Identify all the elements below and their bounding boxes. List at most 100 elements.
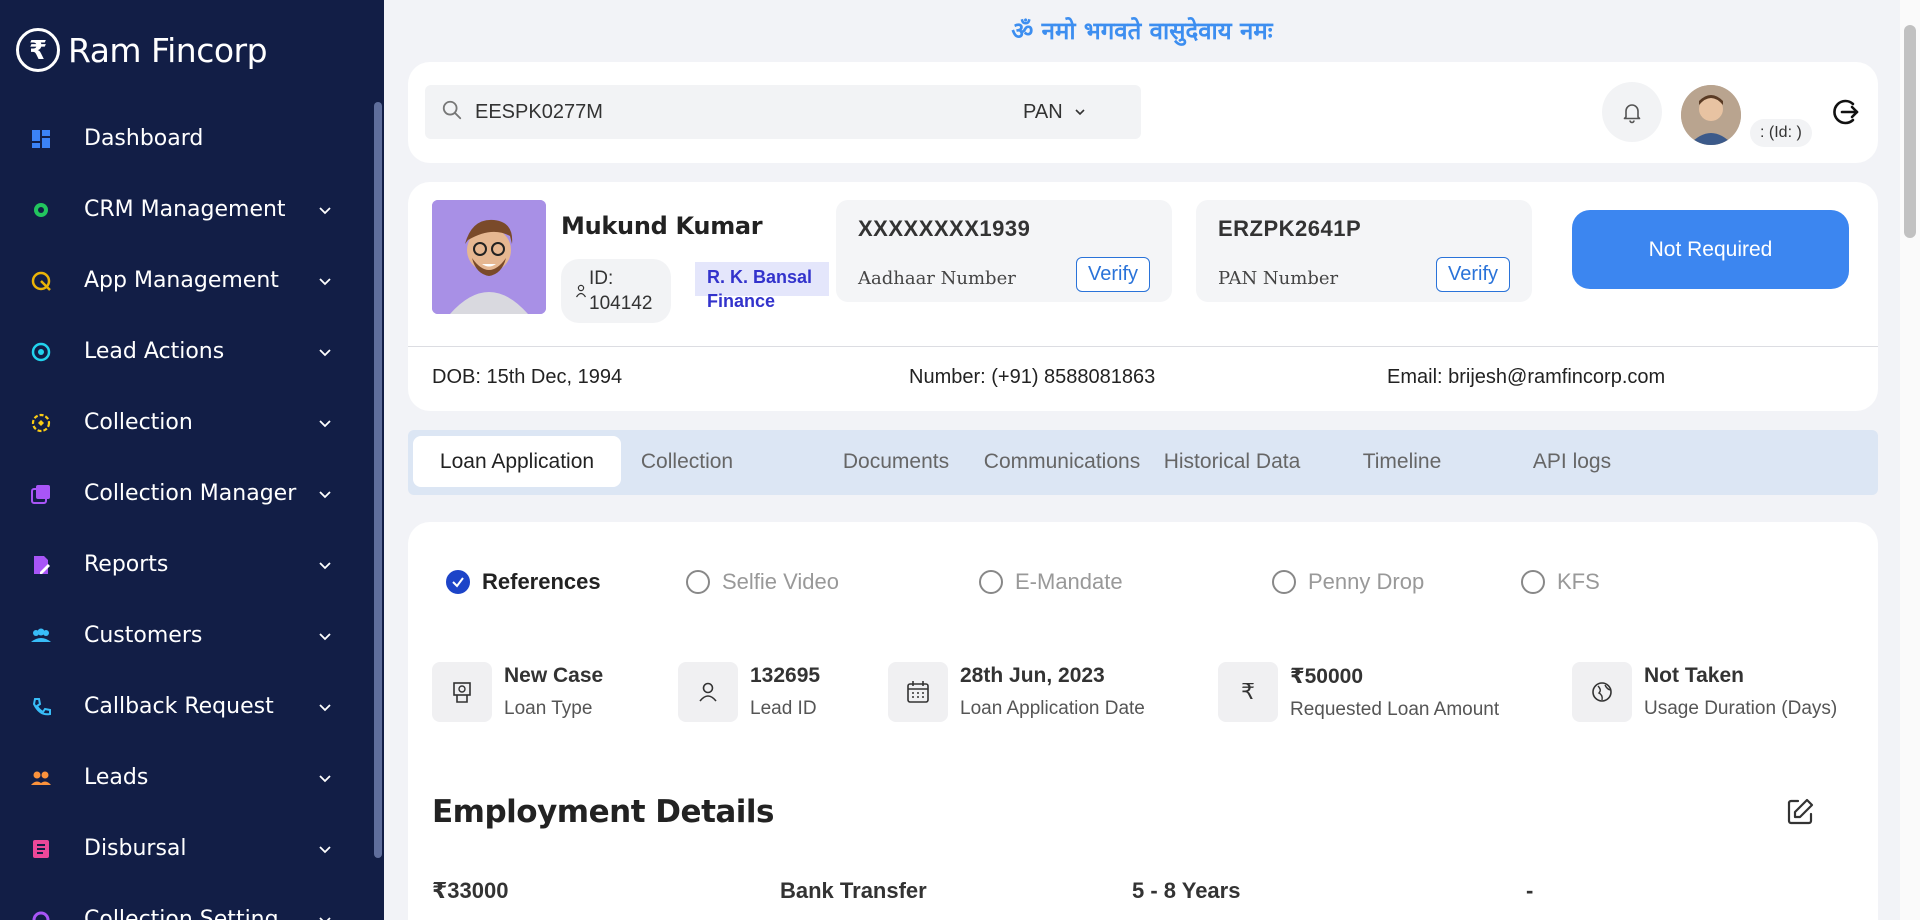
user-avatar[interactable] xyxy=(1681,85,1741,145)
sidebar-item-label: Disbursal xyxy=(84,836,187,861)
step-references[interactable]: References xyxy=(446,569,601,595)
chevron-down-icon[interactable] xyxy=(310,273,340,289)
radio-circle-icon xyxy=(1272,570,1296,594)
tab-bar: Loan Application Collection Documents Commu… xyxy=(408,430,1878,495)
logout-button[interactable] xyxy=(1829,96,1861,133)
verify-aadhaar-button[interactable]: Verify xyxy=(1076,257,1150,292)
chevron-down-icon[interactable] xyxy=(310,557,340,573)
tab-api-logs[interactable]: API logs xyxy=(1468,436,1676,487)
sidebar-item-collection-setting[interactable]: Collection Setting xyxy=(0,884,370,920)
sidebar-item-customers[interactable]: Customers xyxy=(0,600,370,671)
ledger-icon xyxy=(30,838,52,860)
employment-value: ₹33000 xyxy=(432,878,509,903)
stat-value: ₹50000 xyxy=(1290,665,1364,688)
sidebar-item-collection-manager[interactable]: Collection Manager xyxy=(0,458,370,529)
stat-lead-id: 132695 Lead ID xyxy=(678,662,820,722)
brand[interactable]: ₹ Ram Fincorp xyxy=(16,28,268,72)
step-penny-drop[interactable]: Penny Drop xyxy=(1272,569,1424,595)
page-scrollbar[interactable] xyxy=(1900,0,1920,920)
page-scroll-thumb[interactable] xyxy=(1904,25,1916,238)
chevron-down-icon[interactable] xyxy=(310,628,340,644)
header-mantra: ॐ नमो भगवते वासुदेवाय नमः xyxy=(1011,17,1273,45)
sidebar-item-label: Collection xyxy=(84,410,193,435)
step-selfie-video[interactable]: Selfie Video xyxy=(686,569,839,595)
customer-id-value: 104142 xyxy=(589,293,653,314)
search-icon xyxy=(441,99,463,126)
settings-icon xyxy=(30,909,52,920)
step-label: E-Mandate xyxy=(1015,569,1123,594)
stat-value: New Case xyxy=(504,664,604,687)
calendar-icon xyxy=(888,662,948,722)
sidebar-item-reports[interactable]: Reports xyxy=(0,529,370,600)
stat-requested-loan-amount: ₹ ₹50000 Requested Loan Amount xyxy=(1218,662,1499,722)
chevron-down-icon[interactable] xyxy=(310,841,340,857)
search-type-label: PAN xyxy=(1023,100,1063,123)
customer-email: Email: brijesh@ramfincorp.com xyxy=(1387,366,1666,388)
sidebar-item-label: Callback Request xyxy=(84,694,274,719)
edit-icon xyxy=(1787,798,1814,825)
employment-value: 5 - 8 Years xyxy=(1132,878,1241,903)
sidebar-scrollbar[interactable] xyxy=(374,102,382,858)
aadhaar-label: Aadhaar Number xyxy=(858,268,1016,289)
chevron-down-icon[interactable] xyxy=(310,699,340,715)
chevron-down-icon[interactable] xyxy=(310,486,340,502)
customer-phone: Number: (+91) 8588081863 xyxy=(909,366,1156,388)
top-bar: PAN : (Id: ) xyxy=(408,62,1878,163)
sidebar-item-app-management[interactable]: App Management xyxy=(0,245,370,316)
lead-icon xyxy=(30,341,52,363)
rupee-logo-icon: ₹ xyxy=(16,28,60,72)
status-button[interactable]: Not Required xyxy=(1572,210,1849,289)
sidebar-item-collection[interactable]: Collection xyxy=(0,387,370,458)
step-label: KFS xyxy=(1557,569,1600,594)
sidebar-item-leads[interactable]: Leads xyxy=(0,742,370,813)
user-id-badge: : (Id: ) xyxy=(1750,119,1812,147)
brand-name: Ram Fincorp xyxy=(68,30,268,70)
money-icon xyxy=(432,662,492,722)
sidebar-nav: Dashboard CRM Management App Management Lea… xyxy=(0,103,370,920)
stat-value: Not Taken xyxy=(1644,664,1744,687)
verify-pan-button[interactable]: Verify xyxy=(1436,257,1510,292)
sidebar-item-label: Reports xyxy=(84,552,169,577)
sidebar-item-callback-request[interactable]: Callback Request xyxy=(0,671,370,742)
sidebar-item-label: CRM Management xyxy=(84,197,286,222)
step-label: Selfie Video xyxy=(722,569,840,594)
chevron-down-icon[interactable] xyxy=(310,415,340,431)
edit-employment-button[interactable] xyxy=(1784,796,1816,833)
svg-text:₹: ₹ xyxy=(1241,680,1255,705)
dashboard-icon xyxy=(30,128,52,150)
step-e-mandate[interactable]: E-Mandate xyxy=(979,569,1123,595)
sidebar-item-lead-actions[interactable]: Lead Actions xyxy=(0,316,370,387)
chevron-down-icon[interactable] xyxy=(310,912,340,920)
notifications-button[interactable] xyxy=(1602,82,1662,142)
sidebar-item-label: Lead Actions xyxy=(84,339,225,364)
step-kfs[interactable]: KFS xyxy=(1521,569,1600,595)
sidebar-item-crm-management[interactable]: CRM Management xyxy=(0,174,370,245)
sidebar-item-disbursal[interactable]: Disbursal xyxy=(0,813,370,884)
loan-application-panel: References Selfie Video E-Mandate Penny Dro… xyxy=(408,522,1878,920)
employment-value: - xyxy=(1526,878,1534,903)
chevron-down-icon[interactable] xyxy=(310,344,340,360)
customer-id-label: ID: xyxy=(589,268,614,289)
profile-card: Mukund Kumar ID: 104142 R. K. Bansal Fina… xyxy=(408,182,1878,411)
stat-label: Loan Application Date xyxy=(960,698,1145,719)
search-input[interactable] xyxy=(475,100,1015,124)
stat-label: Lead ID xyxy=(750,698,817,719)
stack-icon xyxy=(30,483,52,505)
main-area: ॐ नमो भगवते वासुदेवाय नमः PAN : (Id: ) M… xyxy=(384,0,1900,920)
radio-circle-icon xyxy=(1521,570,1545,594)
chevron-down-icon[interactable] xyxy=(310,770,340,786)
pan-number: ERZPK2641P xyxy=(1218,216,1362,241)
sidebar-item-dashboard[interactable]: Dashboard xyxy=(0,103,370,174)
search-type-select[interactable]: PAN xyxy=(1023,101,1087,124)
check-circle-icon xyxy=(446,570,470,594)
step-label: References xyxy=(482,569,601,594)
sidebar-item-label: Collection Manager xyxy=(84,481,297,506)
tab-collection[interactable]: Collection xyxy=(583,436,791,487)
chevron-down-icon[interactable] xyxy=(310,202,340,218)
sidebar-item-label: Dashboard xyxy=(84,126,204,151)
profile-divider xyxy=(408,346,1878,347)
pan-box: ERZPK2641P PAN Number Verify xyxy=(1196,200,1532,302)
sidebar-item-label: Leads xyxy=(84,765,149,790)
people-icon xyxy=(30,767,52,789)
user-icon xyxy=(678,662,738,722)
